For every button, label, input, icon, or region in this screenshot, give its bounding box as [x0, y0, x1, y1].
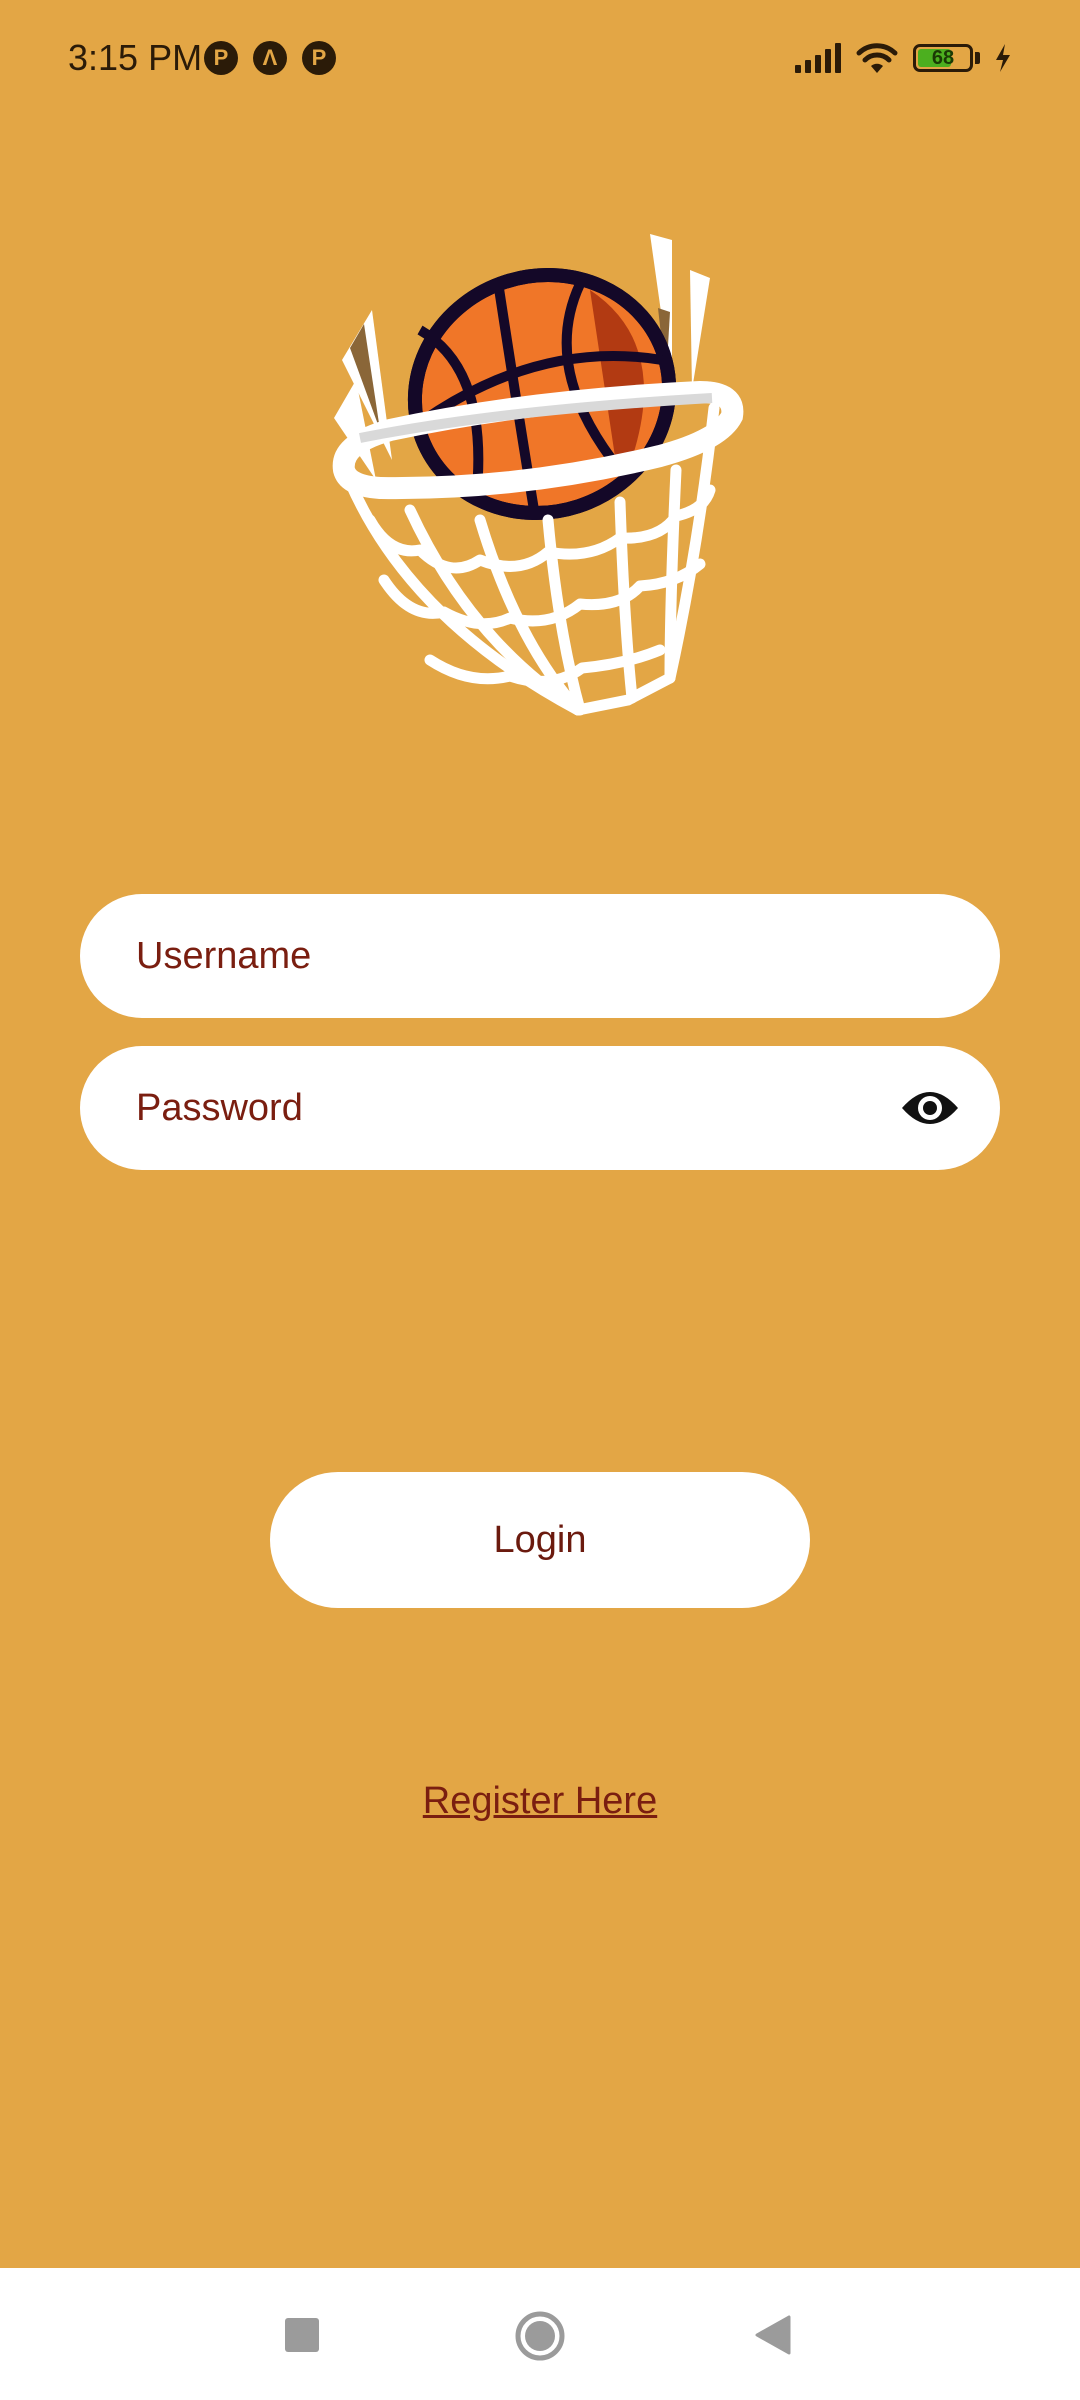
login-button[interactable]: Login — [270, 1472, 810, 1608]
username-field[interactable] — [80, 894, 1000, 1018]
home-icon[interactable] — [515, 2311, 565, 2361]
battery-level: 68 — [931, 47, 955, 69]
notification-icon: Λ — [253, 41, 287, 75]
register-link[interactable]: Register Here — [0, 1776, 1080, 1826]
charging-icon — [996, 44, 1010, 72]
recents-icon[interactable] — [285, 2318, 319, 2352]
battery-icon: 68 — [913, 44, 973, 72]
password-input[interactable] — [136, 1046, 896, 1170]
back-icon[interactable] — [755, 2315, 791, 2355]
password-field[interactable] — [80, 1046, 1000, 1170]
basketball-hoop-icon — [332, 234, 744, 716]
status-time: 3:15 PM — [68, 37, 203, 78]
username-input[interactable] — [136, 894, 896, 1018]
status-bar: 3:15 PM P Λ P 68 — [0, 0, 1080, 118]
wifi-icon — [856, 43, 898, 73]
status-icons: 68 — [795, 36, 1012, 80]
notification-icon: P — [302, 41, 336, 75]
notification-icon: P — [204, 41, 238, 75]
navigation-bar — [0, 2268, 1080, 2400]
signal-icon — [795, 43, 841, 73]
eye-icon[interactable] — [900, 1082, 960, 1134]
battery-tip — [975, 52, 980, 64]
